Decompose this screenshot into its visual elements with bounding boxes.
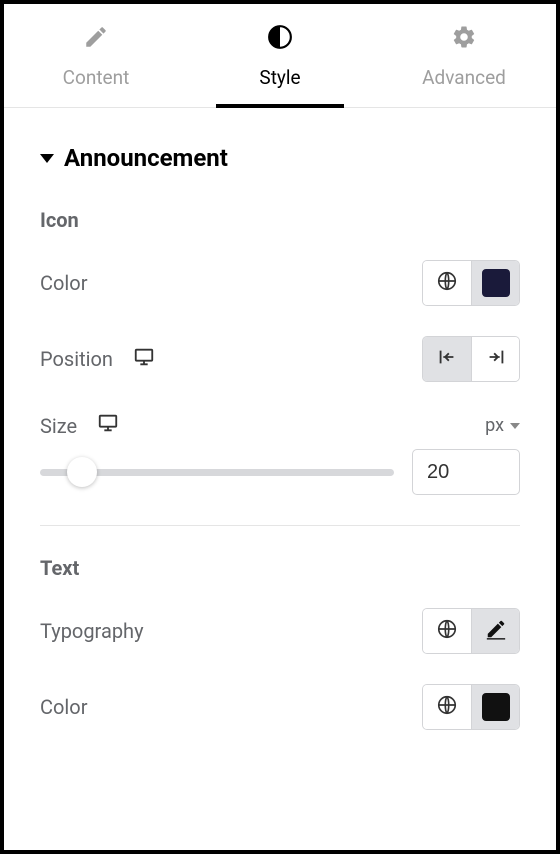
pencil-icon: [83, 24, 109, 54]
color-swatch: [482, 269, 510, 297]
size-unit-select[interactable]: px: [485, 415, 520, 436]
section-title: Announcement: [64, 144, 228, 172]
align-left-icon: [436, 346, 458, 372]
icon-color-label: Color: [40, 271, 87, 295]
position-right-button[interactable]: [471, 337, 519, 381]
tab-style[interactable]: Style: [188, 4, 372, 107]
desktop-icon[interactable]: [133, 346, 155, 373]
global-color-button[interactable]: [423, 261, 471, 305]
text-color-swatch[interactable]: [471, 685, 519, 729]
icon-size-label: Size: [40, 414, 77, 438]
tab-label: Content: [63, 66, 130, 89]
tab-label: Advanced: [422, 66, 506, 89]
section-announcement-header[interactable]: Announcement: [40, 144, 520, 172]
typography-global-button[interactable]: [423, 609, 471, 653]
gear-icon: [451, 24, 477, 54]
text-group-label: Text: [40, 556, 520, 580]
align-right-icon: [485, 346, 507, 372]
text-color-label: Color: [40, 695, 87, 719]
tab-content[interactable]: Content: [4, 4, 188, 107]
icon-group-label: Icon: [40, 208, 520, 232]
color-swatch: [482, 693, 510, 721]
position-left-button[interactable]: [423, 337, 471, 381]
tab-label: Style: [259, 66, 300, 89]
half-circle-icon: [267, 24, 293, 54]
divider: [40, 525, 520, 526]
icon-color-swatch[interactable]: [471, 261, 519, 305]
unit-label: px: [485, 415, 504, 436]
globe-icon: [436, 270, 458, 296]
globe-icon: [436, 618, 458, 644]
typography-label: Typography: [40, 619, 144, 643]
globe-icon: [436, 694, 458, 720]
size-input[interactable]: [412, 449, 520, 495]
size-slider[interactable]: [40, 469, 394, 476]
desktop-icon[interactable]: [97, 412, 119, 439]
pencil-icon: [485, 618, 507, 644]
chevron-down-icon: [510, 423, 520, 429]
caret-down-icon: [40, 154, 54, 163]
icon-position-label: Position: [40, 347, 113, 371]
tab-advanced[interactable]: Advanced: [372, 4, 556, 107]
typography-edit-button[interactable]: [471, 609, 519, 653]
text-color-global-button[interactable]: [423, 685, 471, 729]
slider-thumb[interactable]: [67, 457, 97, 487]
